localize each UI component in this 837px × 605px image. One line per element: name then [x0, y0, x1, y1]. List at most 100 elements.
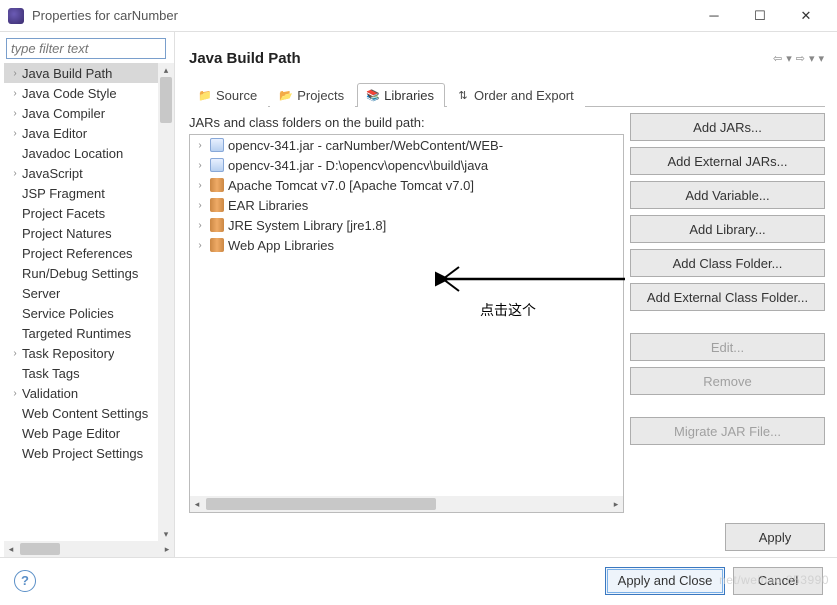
dialog-footer: ? Apply and Close Cancel	[0, 557, 837, 603]
expander-icon[interactable]: ›	[194, 220, 206, 231]
expander-icon[interactable]: ›	[8, 168, 22, 179]
sidebar-item-service-policies[interactable]: Service Policies	[4, 303, 158, 323]
sidebar-vscroll[interactable]: ▴ ▾	[158, 63, 174, 541]
expander-icon[interactable]: ›	[8, 348, 22, 359]
sidebar-item-task-repository[interactable]: ›Task Repository	[4, 343, 158, 363]
sidebar-item-java-build-path[interactable]: ›Java Build Path	[4, 63, 158, 83]
sidebar-item-task-tags[interactable]: Task Tags	[4, 363, 158, 383]
sidebar-item-project-natures[interactable]: Project Natures	[4, 223, 158, 243]
library-item-label: opencv-341.jar - D:\opencv\opencv\build\…	[228, 158, 488, 173]
libraries-heading: JARs and class folders on the build path…	[189, 115, 624, 130]
filter-input[interactable]	[6, 38, 166, 59]
sidebar-item-web-project-settings[interactable]: Web Project Settings	[4, 443, 158, 463]
tab-projects[interactable]: 📂Projects	[270, 83, 355, 107]
sidebar-item-javadoc-location[interactable]: Javadoc Location	[4, 143, 158, 163]
sidebar-item-label: Web Project Settings	[22, 446, 143, 461]
remove-button: Remove	[630, 367, 825, 395]
sidebar-item-label: Java Build Path	[22, 66, 112, 81]
sidebar-item-validation[interactable]: ›Validation	[4, 383, 158, 403]
forward-menu-icon[interactable]: ▾	[808, 52, 816, 65]
library-item-label: Web App Libraries	[228, 238, 334, 253]
add-jars-button[interactable]: Add JARs...	[630, 113, 825, 141]
library-item-label: JRE System Library [jre1.8]	[228, 218, 386, 233]
tab-libraries[interactable]: 📚 Libraries	[357, 83, 445, 107]
expander-icon[interactable]: ›	[8, 88, 22, 99]
edit-button: Edit...	[630, 333, 825, 361]
tab-label: Libraries	[384, 88, 434, 103]
category-tree[interactable]: ›Java Build Path›Java Code Style›Java Co…	[4, 63, 158, 541]
sidebar-item-java-code-style[interactable]: ›Java Code Style	[4, 83, 158, 103]
add-library-button[interactable]: Add Library...	[630, 215, 825, 243]
content-pane: Java Build Path ⇦▾ ⇨▾ ▾ 📁Source📂Projects…	[175, 32, 837, 557]
help-icon[interactable]: ?	[14, 570, 36, 592]
scroll-thumb[interactable]	[206, 498, 436, 510]
add-external-class-folder-button[interactable]: Add External Class Folder...	[630, 283, 825, 311]
scroll-up-icon[interactable]: ▴	[158, 63, 174, 77]
order-icon: ⇅	[456, 89, 470, 103]
expander-icon[interactable]: ›	[194, 140, 206, 151]
sidebar-item-web-page-editor[interactable]: Web Page Editor	[4, 423, 158, 443]
tab-source[interactable]: 📁Source	[189, 83, 268, 107]
sidebar-item-label: JSP Fragment	[22, 186, 105, 201]
scroll-left-icon[interactable]: ◂	[190, 499, 204, 510]
library-item[interactable]: › Apache Tomcat v7.0 [Apache Tomcat v7.0]	[190, 175, 623, 195]
forward-icon[interactable]: ⇨	[795, 52, 806, 65]
sidebar-item-web-content-settings[interactable]: Web Content Settings	[4, 403, 158, 423]
sidebar-item-label: Java Code Style	[22, 86, 117, 101]
expander-icon[interactable]: ›	[194, 200, 206, 211]
sidebar-item-label: Task Tags	[22, 366, 80, 381]
library-item[interactable]: › Web App Libraries	[190, 235, 623, 255]
library-item[interactable]: ›opencv-341.jar - carNumber/WebContent/W…	[190, 135, 623, 155]
expander-icon[interactable]: ›	[8, 108, 22, 119]
add-external-jars-button[interactable]: Add External JARs...	[630, 147, 825, 175]
expander-icon[interactable]: ›	[194, 160, 206, 171]
libraries-hscroll[interactable]: ◂ ▸	[190, 496, 623, 512]
apply-and-close-button[interactable]: Apply and Close	[605, 567, 725, 595]
library-icon	[210, 178, 224, 192]
sidebar-item-targeted-runtimes[interactable]: Targeted Runtimes	[4, 323, 158, 343]
scroll-right-icon[interactable]: ▸	[609, 499, 623, 510]
scroll-thumb[interactable]	[160, 77, 172, 123]
sidebar-item-javascript[interactable]: ›JavaScript	[4, 163, 158, 183]
sidebar-item-project-references[interactable]: Project References	[4, 243, 158, 263]
sidebar-hscroll[interactable]: ◂ ▸	[4, 541, 174, 557]
library-icon	[210, 218, 224, 232]
source-icon: 📁	[198, 89, 212, 103]
history-nav: ⇦▾ ⇨▾ ▾	[772, 52, 825, 65]
expander-icon[interactable]: ›	[8, 68, 22, 79]
sidebar-item-label: JavaScript	[22, 166, 83, 181]
minimize-button[interactable]: ─	[691, 1, 737, 31]
libraries-tree[interactable]: ›opencv-341.jar - carNumber/WebContent/W…	[189, 134, 624, 513]
apply-button[interactable]: Apply	[725, 523, 825, 551]
sidebar-item-java-compiler[interactable]: ›Java Compiler	[4, 103, 158, 123]
sidebar-item-jsp-fragment[interactable]: JSP Fragment	[4, 183, 158, 203]
scroll-thumb[interactable]	[20, 543, 60, 555]
view-menu-icon[interactable]: ▾	[817, 52, 825, 65]
sidebar-item-project-facets[interactable]: Project Facets	[4, 203, 158, 223]
sidebar-item-run-debug-settings[interactable]: Run/Debug Settings	[4, 263, 158, 283]
back-icon[interactable]: ⇦	[772, 52, 783, 65]
back-menu-icon[interactable]: ▾	[785, 52, 793, 65]
add-variable-button[interactable]: Add Variable...	[630, 181, 825, 209]
expander-icon[interactable]: ›	[8, 128, 22, 139]
libraries-icon: 📚	[366, 89, 380, 103]
maximize-button[interactable]: ☐	[737, 1, 783, 31]
add-class-folder-button[interactable]: Add Class Folder...	[630, 249, 825, 277]
expander-icon[interactable]: ›	[8, 388, 22, 399]
scroll-right-icon[interactable]: ▸	[160, 544, 174, 555]
library-item[interactable]: › JRE System Library [jre1.8]	[190, 215, 623, 235]
close-button[interactable]: ✕	[783, 1, 829, 31]
scroll-left-icon[interactable]: ◂	[4, 544, 18, 555]
library-item-label: Apache Tomcat v7.0 [Apache Tomcat v7.0]	[228, 178, 474, 193]
library-icon	[210, 238, 224, 252]
scroll-down-icon[interactable]: ▾	[158, 527, 174, 541]
library-buttons: Add JARs... Add External JARs... Add Var…	[630, 113, 825, 513]
library-item[interactable]: ›EAR Libraries	[190, 195, 623, 215]
tab-order-and-export[interactable]: ⇅Order and Export	[447, 83, 585, 107]
cancel-button[interactable]: Cancel	[733, 567, 823, 595]
expander-icon[interactable]: ›	[194, 180, 206, 191]
sidebar-item-java-editor[interactable]: ›Java Editor	[4, 123, 158, 143]
library-item[interactable]: › opencv-341.jar - D:\opencv\opencv\build…	[190, 155, 623, 175]
expander-icon[interactable]: ›	[194, 240, 206, 251]
sidebar-item-server[interactable]: Server	[4, 283, 158, 303]
